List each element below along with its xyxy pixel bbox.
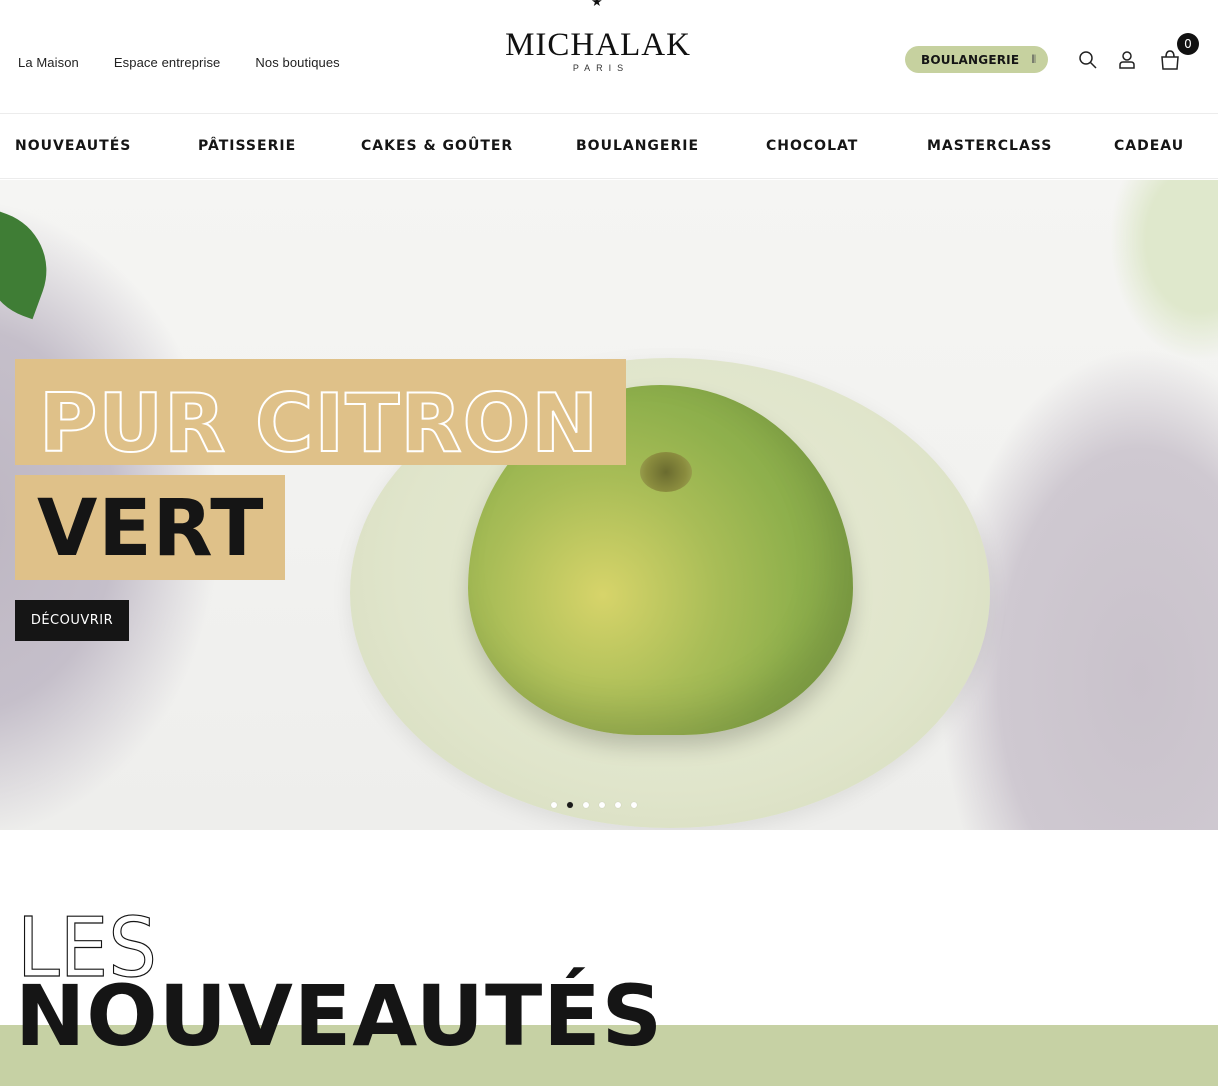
main-menu: NOUVEAUTÉS PÂTISSERIE CAKES & GOÛTER BOU… <box>0 113 1218 179</box>
slider-dot[interactable] <box>615 802 621 808</box>
slider-dot-active[interactable] <box>567 802 573 808</box>
menu-item-masterclass[interactable]: MASTERCLASS <box>927 138 1052 154</box>
menu-item-boulangerie[interactable]: BOULANGERIE <box>576 138 699 154</box>
menu-item-chocolat[interactable]: CHOCOLAT <box>766 138 858 154</box>
boulangerie-mode-label: BOULANGERIE <box>921 52 1020 67</box>
slider-dot[interactable] <box>599 802 605 808</box>
hero-leaf-decoration <box>0 210 64 320</box>
boulangerie-mode-button[interactable]: BOULANGERIE ⦀ <box>905 46 1048 73</box>
toggle-icon: ⦀ <box>1031 52 1037 66</box>
search-icon[interactable] <box>1076 48 1100 72</box>
menu-item-cadeau[interactable]: CADEAU <box>1114 138 1184 154</box>
link-la-maison[interactable]: La Maison <box>18 55 79 70</box>
slider-dot[interactable] <box>631 802 637 808</box>
top-links: La Maison Espace entreprise Nos boutique… <box>18 55 340 70</box>
site-logo[interactable]: ★ MICHALAK PARIS <box>488 0 708 80</box>
link-espace-entreprise[interactable]: Espace entreprise <box>114 55 220 70</box>
star-icon: ★ <box>591 0 603 10</box>
hero-title-solid: VERT <box>37 484 265 574</box>
discover-button[interactable]: DÉCOUVRIR <box>15 600 129 641</box>
hero-slider[interactable]: PUR CITRON VERT DÉCOUVRIR <box>0 180 1218 830</box>
hero-title-outline-block: PUR CITRON <box>15 359 626 465</box>
hero-dessert-stem <box>640 452 692 492</box>
hero-title-outline: PUR CITRON <box>39 377 599 465</box>
section-title-solid: NOUVEAUTÉS <box>15 967 664 1065</box>
logo-name: MICHALAK <box>505 27 691 63</box>
menu-item-patisserie[interactable]: PÂTISSERIE <box>198 138 296 154</box>
menu-item-nouveautes[interactable]: NOUVEAUTÉS <box>15 138 131 154</box>
cart-count-badge: 0 <box>1177 33 1199 55</box>
hero-title-solid-block: VERT <box>15 475 285 580</box>
logo-city: PARIS <box>572 63 630 73</box>
link-nos-boutiques[interactable]: Nos boutiques <box>255 55 339 70</box>
slider-dot[interactable] <box>583 802 589 808</box>
cart-icon[interactable] <box>1158 48 1182 72</box>
slider-dot[interactable] <box>551 802 557 808</box>
site-header: La Maison Espace entreprise Nos boutique… <box>0 0 1218 113</box>
menu-item-cakes-gouter[interactable]: CAKES & GOÛTER <box>361 138 513 154</box>
account-icon[interactable] <box>1115 48 1139 72</box>
slider-dots <box>551 802 637 808</box>
